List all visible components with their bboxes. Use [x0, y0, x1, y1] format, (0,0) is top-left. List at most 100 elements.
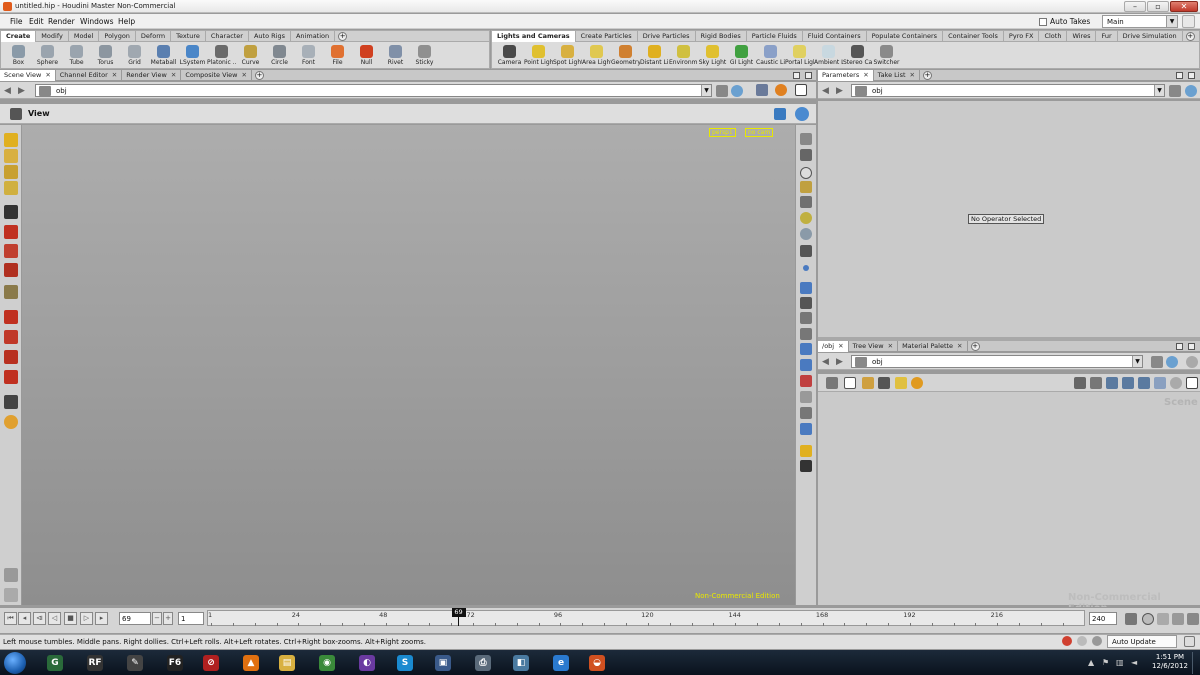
display-bounds-icon[interactable] [800, 359, 812, 371]
timeline-ruler[interactable]: 1 24 48 72 96 120 144 168 192 216 [207, 610, 1085, 626]
display-normals-icon[interactable] [800, 245, 812, 257]
pointer-icon[interactable] [4, 205, 18, 219]
increment-icon[interactable]: + [163, 612, 173, 625]
layout-icon[interactable] [800, 445, 812, 457]
taskbar-ie-app[interactable]: e [546, 652, 576, 674]
shelf-tool-sticky[interactable]: Sticky [410, 43, 439, 69]
add-tab-icon[interactable]: + [922, 71, 932, 80]
tray-expand-icon[interactable]: ▲ [1088, 658, 1094, 667]
connect-icon[interactable] [1090, 377, 1102, 389]
chevron-down-icon[interactable]: ▼ [1154, 85, 1164, 96]
shelf-tool-tube[interactable]: Tube [62, 43, 91, 69]
display-uv-icon[interactable] [800, 391, 812, 403]
global-animation-options-icon[interactable] [1142, 613, 1154, 625]
display-geometry-icon[interactable] [800, 133, 812, 145]
construction-plane-icon[interactable] [4, 588, 18, 602]
step-back-icon[interactable]: ◂ [18, 612, 31, 625]
taskbar-chrome-app[interactable]: ◉ [312, 652, 342, 674]
key-back-icon[interactable]: ⧏ [33, 612, 46, 625]
shelf-tool-font[interactable]: Font [294, 43, 323, 69]
taskbar-skype-app[interactable]: S [390, 652, 420, 674]
end-frame-field[interactable]: 240 [1089, 612, 1117, 625]
shelf-tool-geometry[interactable]: Geometry... [611, 43, 640, 69]
menu-edit[interactable]: Edit [29, 17, 44, 26]
snapping-icon[interactable] [4, 568, 18, 582]
tab-scene-view[interactable]: Scene View ✕ [0, 70, 56, 81]
shelf-tool-spot-light[interactable]: Spot Light [553, 43, 582, 69]
menu-render[interactable]: Render [48, 17, 75, 26]
start-button[interactable] [4, 652, 26, 674]
back-icon[interactable]: ◀ [4, 86, 11, 96]
link-icon[interactable] [1166, 356, 1178, 368]
shelf-tab-character[interactable]: Character [206, 31, 249, 42]
shape-palette-icon[interactable] [878, 377, 890, 389]
pane-menu-icon[interactable] [805, 72, 812, 79]
scene-path-field[interactable]: obj ▼ [35, 84, 712, 97]
tab-composite-view[interactable]: Composite View ✕ [181, 70, 252, 81]
shelf-tool-grid[interactable]: Grid [120, 43, 149, 69]
display-lights-icon[interactable] [800, 181, 812, 193]
move-icon[interactable] [4, 225, 18, 239]
forward-icon[interactable]: ▶ [18, 86, 25, 96]
minimize-button[interactable]: – [1124, 1, 1146, 12]
view-state-icon[interactable] [10, 108, 22, 120]
tab-obj[interactable]: /obj ✕ [818, 341, 849, 352]
shelf-tab-lights-and-cameras[interactable]: Lights and Cameras [492, 31, 576, 42]
shelf-tab-cloth[interactable]: Cloth [1039, 31, 1068, 42]
shelf-tool-lsystem[interactable]: LSystem [178, 43, 207, 69]
shelf-tool-ambient-l[interactable]: Ambient L... [814, 43, 843, 69]
display-background-icon[interactable] [800, 423, 812, 435]
scale-icon[interactable] [4, 263, 18, 277]
view-tool-icon[interactable] [4, 395, 18, 409]
scene-viewport[interactable] [22, 125, 795, 605]
align-icon[interactable] [1138, 377, 1150, 389]
shelf-tool-distant-li[interactable]: Distant Li... [640, 43, 669, 69]
tree-layout-icon[interactable] [1106, 377, 1118, 389]
start-frame-field[interactable]: 1 [178, 612, 204, 625]
add-shelf-icon[interactable]: + [1185, 32, 1195, 41]
network-icon[interactable]: ▥ [1116, 658, 1124, 667]
shelf-tab-create-particles[interactable]: Create Particles [576, 31, 638, 42]
pin-icon[interactable] [1169, 85, 1181, 97]
snapshot-icon[interactable] [795, 84, 807, 96]
select-geometry-icon[interactable] [4, 165, 18, 179]
menu-file[interactable]: File [10, 17, 23, 26]
desktop-menu-icon[interactable] [1182, 15, 1195, 28]
select-mode-icon[interactable] [4, 133, 18, 147]
help-icon[interactable] [795, 107, 809, 121]
shelf-tool-rivet[interactable]: Rivet [381, 43, 410, 69]
cam-menu[interactable]: no cam [745, 128, 774, 137]
tab-material-palette[interactable]: Material Palette ✕ [898, 341, 968, 352]
taskbar-houdini-app[interactable]: ◒ [582, 652, 612, 674]
display-ghost-icon[interactable] [800, 407, 812, 419]
close-tab-icon[interactable]: ✕ [888, 341, 893, 352]
shelf-tab-fur[interactable]: Fur [1096, 31, 1118, 42]
shelf-tool-caustic-li[interactable]: Caustic Li... [756, 43, 785, 69]
search-icon[interactable] [1077, 636, 1087, 646]
maximize-button[interactable]: ▫ [1147, 1, 1169, 12]
shelf-tab-wires[interactable]: Wires [1067, 31, 1097, 42]
pane-maximize-icon[interactable] [1176, 72, 1183, 79]
shelf-tab-animation[interactable]: Animation [291, 31, 336, 42]
system-clock[interactable]: 1:51 PM 12/6/2012 [1152, 653, 1188, 671]
shelf-tool-environm[interactable]: Environm... [669, 43, 698, 69]
display-numbers-icon[interactable] [800, 297, 812, 309]
jump-start-icon[interactable]: ⏮ [4, 612, 17, 625]
audio-icon[interactable] [1157, 613, 1169, 625]
network-path-field[interactable]: obj ▼ [851, 355, 1143, 368]
shelf-tool-circle[interactable]: Circle [265, 43, 294, 69]
color-palette-icon[interactable] [862, 377, 874, 389]
pane-menu-icon[interactable] [1188, 72, 1195, 79]
forward-icon[interactable]: ▶ [836, 86, 843, 96]
shelf-tool-sky-light[interactable]: Sky Light [698, 43, 727, 69]
rotate-icon[interactable] [4, 244, 18, 258]
taskbar-torrent-app[interactable]: ◐ [352, 652, 382, 674]
pane-maximize-icon[interactable] [793, 72, 800, 79]
close-tab-icon[interactable]: ✕ [45, 70, 50, 81]
display-backface-icon[interactable] [800, 312, 812, 324]
stop-icon[interactable]: ■ [64, 612, 77, 625]
auto-takes-toggle[interactable]: Auto Takes [1039, 16, 1090, 27]
add-shelf-icon[interactable]: + [338, 32, 348, 41]
handles-icon[interactable] [774, 108, 786, 120]
display-shading-icon[interactable] [800, 196, 812, 208]
